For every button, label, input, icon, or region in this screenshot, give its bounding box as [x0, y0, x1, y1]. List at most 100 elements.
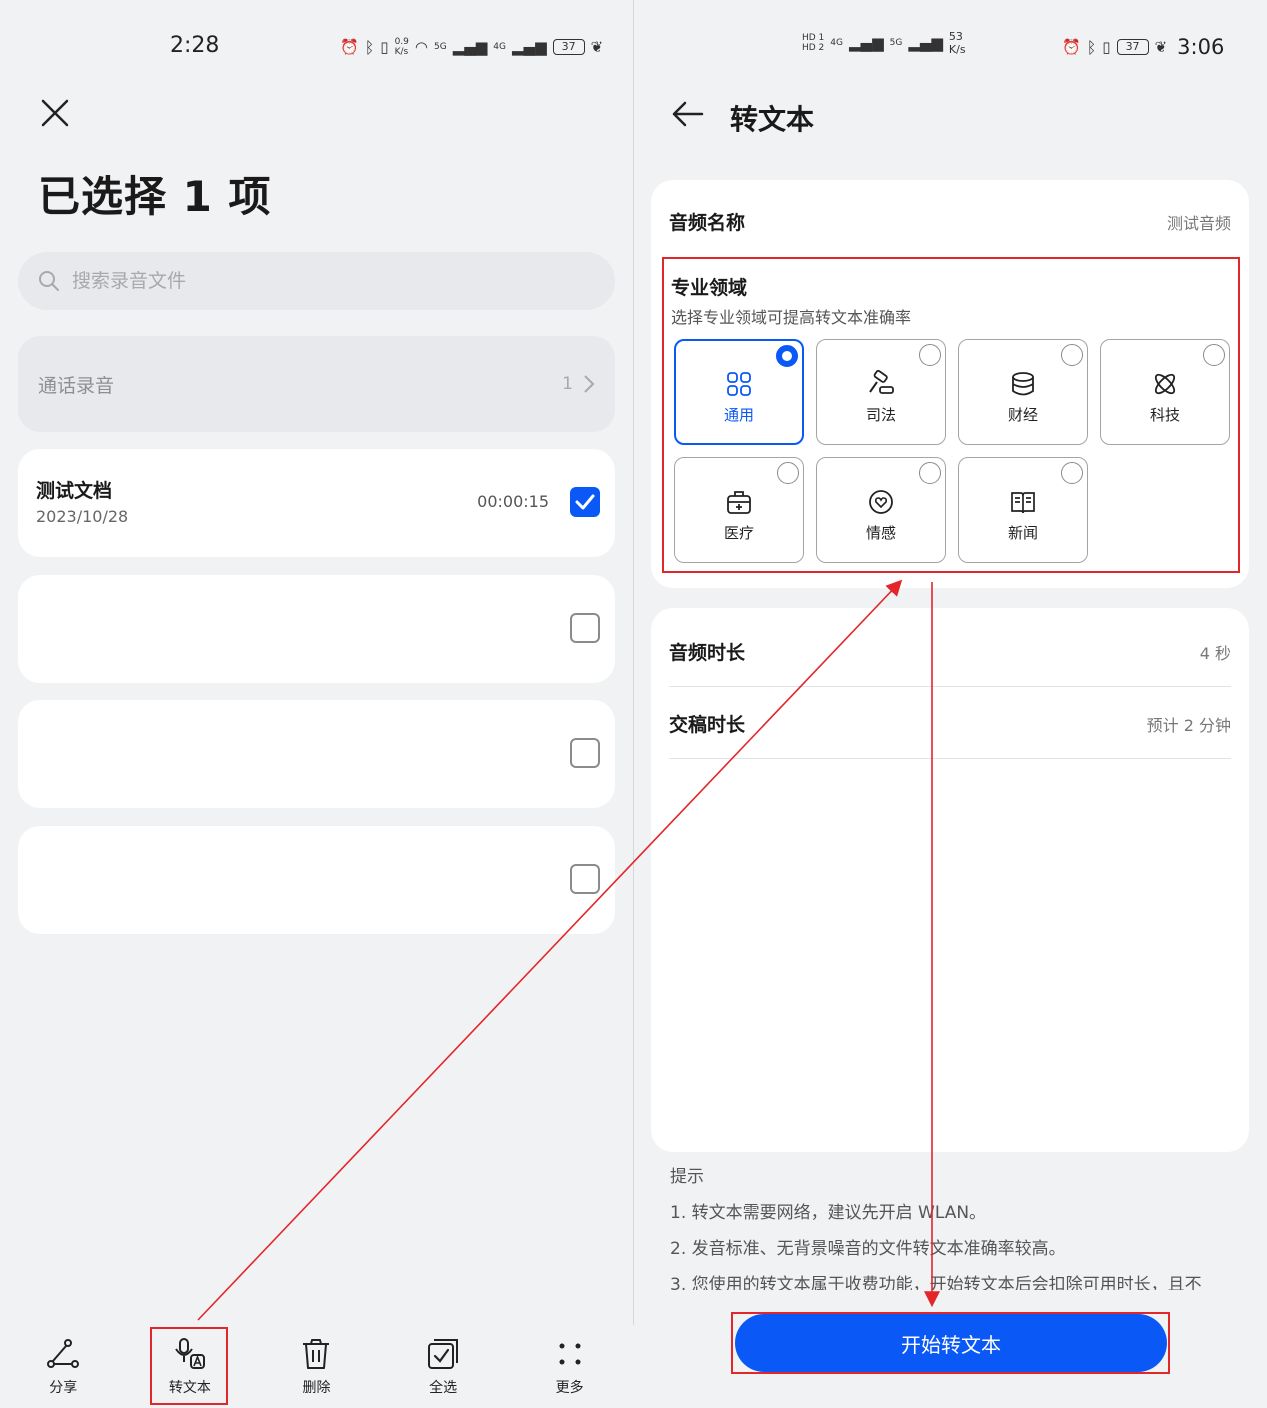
tip-item: 1. 转文本需要网络，建议先开启 WLAN。 — [670, 1203, 987, 1223]
audio-duration-row: 音频时长 4 秒 — [669, 638, 1231, 665]
transcribe-button[interactable]: 转文本 — [127, 1325, 254, 1408]
tip-item: 2. 发音标准、无背景噪音的文件转文本准确率较高。 — [670, 1239, 1066, 1259]
select-all-icon — [428, 1338, 459, 1369]
atom-icon — [1154, 373, 1176, 394]
item-checkbox[interactable] — [570, 864, 600, 894]
item-title: 测试文档 — [36, 480, 113, 502]
delivery-label: 交稿时长 — [669, 714, 746, 736]
tip-item: 3. 您使用的转文本属于收费功能，开始转文本后会扣除可用时长，且不 — [670, 1275, 1202, 1290]
item-date: 2023/10/28 — [36, 507, 129, 526]
more-button[interactable]: 更多 — [506, 1325, 633, 1408]
domain-option-finance[interactable]: 财经 — [958, 339, 1088, 445]
status-icons: ⏰ ᛒ ▯ 37 ❦ 3:06 — [1062, 34, 1224, 60]
delete-button[interactable]: 删除 — [253, 1325, 380, 1408]
signal-icon: ▂▄▆ — [849, 34, 884, 52]
list-item[interactable] — [18, 826, 615, 934]
battery-icon: 37 — [1116, 39, 1149, 55]
domain-label: 新闻 — [1007, 523, 1038, 542]
grid-icon — [727, 371, 751, 396]
share-icon — [47, 1338, 80, 1368]
wifi-icon: ◠ — [414, 38, 428, 56]
select-all-button[interactable]: 全选 — [380, 1325, 507, 1408]
signal-5g: 5G — [889, 38, 903, 48]
hd-icon: HD 1 HD 2 — [802, 33, 825, 53]
list-item[interactable] — [18, 575, 615, 683]
domain-option-tech[interactable]: 科技 — [1100, 339, 1230, 445]
domain-option-medical[interactable]: 医疗 — [674, 457, 804, 563]
list-item[interactable]: 测试文档 2023/10/28 00:00:15 — [18, 449, 615, 557]
vibrate-icon: ▯ — [1102, 38, 1111, 56]
search-icon — [39, 271, 59, 291]
gavel-icon — [869, 369, 894, 394]
search-input[interactable] — [72, 270, 472, 292]
domain-section: 专业领域 选择专业领域可提高转文本准确率 通用 司法 财经 科技 医疗 情感 新… — [662, 257, 1240, 573]
list-item[interactable] — [18, 700, 615, 808]
status-icons-network: HD 1 HD 2 4G ▂▄▆ 5G ▂▄▆ 53 K/s — [802, 30, 966, 56]
page-title: 已选择 1 项 — [38, 172, 272, 221]
status-time: 2:28 — [170, 33, 220, 58]
domain-option-general[interactable]: 通用 — [674, 339, 804, 445]
domain-label: 科技 — [1149, 405, 1180, 424]
call-recordings-group[interactable]: 通话录音 1 — [18, 336, 615, 432]
radio-selected[interactable] — [776, 345, 798, 367]
tips-title: 提示 — [670, 1167, 704, 1187]
search-bar[interactable] — [18, 252, 615, 310]
leaf-icon: ❦ — [1154, 38, 1168, 56]
bluetooth-icon: ᛒ — [1086, 37, 1097, 57]
signal-icon-2: ▂▄▆ — [512, 38, 547, 56]
radio[interactable] — [777, 462, 799, 484]
audio-name-label: 音频名称 — [669, 212, 746, 234]
more-icon — [559, 1343, 581, 1364]
share-label: 分享 — [49, 1379, 78, 1396]
delete-label: 删除 — [302, 1379, 331, 1396]
group-label: 通话录音 — [38, 374, 115, 397]
item-duration: 00:00:15 — [477, 492, 549, 511]
leaf-icon: ❦ — [590, 38, 604, 56]
battery-icon: 37 — [552, 39, 585, 55]
domain-option-legal[interactable]: 司法 — [816, 339, 946, 445]
settings-panel: 音频名称 测试音频 专业领域 选择专业领域可提高转文本准确率 通用 司法 财经 — [651, 180, 1249, 588]
item-checkbox-checked[interactable] — [570, 487, 600, 517]
separator — [669, 686, 1231, 687]
book-icon — [1011, 491, 1035, 513]
domain-label: 财经 — [1007, 405, 1038, 424]
signal-5g: 5G — [433, 42, 447, 52]
status-time: 3:06 — [1177, 35, 1225, 59]
network-speed: 53 K/s — [949, 30, 966, 56]
bottom-toolbar: 分享 转文本 删除 全选 更多 — [0, 1325, 633, 1408]
domain-label: 司法 — [865, 405, 896, 424]
page-title: 转文本 — [730, 103, 815, 136]
share-button[interactable]: 分享 — [0, 1325, 127, 1408]
more-label: 更多 — [555, 1379, 584, 1396]
back-arrow-icon[interactable] — [670, 96, 706, 132]
start-transcribe-button[interactable]: 开始转文本 — [735, 1314, 1167, 1372]
audio-name-value: 测试音频 — [1166, 213, 1231, 233]
signal-icon-2: ▂▄▆ — [908, 34, 943, 52]
radio[interactable] — [1061, 462, 1083, 484]
duration-label: 音频时长 — [669, 642, 746, 664]
domain-label: 通用 — [723, 405, 754, 424]
domain-option-news[interactable]: 新闻 — [958, 457, 1088, 563]
vibrate-icon: ▯ — [380, 38, 389, 56]
transcribe-label: 转文本 — [168, 1379, 211, 1396]
alarm-icon: ⏰ — [1062, 38, 1081, 56]
radio[interactable] — [919, 462, 941, 484]
group-count: 1 — [562, 374, 573, 394]
item-checkbox[interactable] — [570, 613, 600, 643]
domain-option-emotion[interactable]: 情感 — [816, 457, 946, 563]
left-screen: 2:28 ⏰ ᛒ ▯ 0.9 K/s ◠ 5G ▂▄▆ 4G ▂▄▆ 37 ❦ 已… — [0, 0, 633, 1408]
item-checkbox[interactable] — [570, 738, 600, 768]
heart-icon — [869, 489, 893, 514]
coins-icon — [1012, 371, 1034, 395]
radio[interactable] — [1203, 344, 1225, 366]
speed-unit: K/s — [948, 43, 966, 56]
signal-icon: ▂▄▆ — [452, 38, 488, 56]
mic-text-icon — [175, 1337, 205, 1369]
audio-name-row: 音频名称 测试音频 — [669, 208, 1231, 235]
alarm-icon: ⏰ — [340, 38, 359, 56]
radio[interactable] — [1061, 344, 1083, 366]
delivery-value: 预计 2 分钟 — [1146, 715, 1231, 735]
radio[interactable] — [919, 344, 941, 366]
delivery-time-row: 交稿时长 预计 2 分钟 — [669, 710, 1231, 737]
close-icon[interactable] — [38, 96, 72, 130]
